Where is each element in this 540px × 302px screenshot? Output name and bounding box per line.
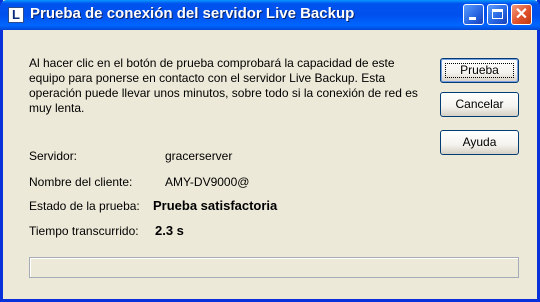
elapsed-time-label: Tiempo transcurrido:: [29, 224, 139, 238]
cancel-button[interactable]: Cancelar: [440, 92, 519, 117]
test-status-value: Prueba satisfactoria: [153, 198, 278, 213]
title-bar[interactable]: L Prueba de conexión del servidor Live B…: [0, 0, 540, 30]
server-label: Servidor:: [29, 149, 78, 163]
window-title: Prueba de conexión del servidor Live Bac…: [30, 5, 355, 22]
test-button[interactable]: Prueba: [440, 58, 519, 83]
dialog-window: L Prueba de conexión del servidor Live B…: [0, 0, 540, 302]
maximize-icon: [492, 9, 503, 19]
elapsed-time-value: 2.3 s: [155, 223, 184, 238]
description-text: Al hacer clic en el botón de prueba comp…: [29, 56, 418, 115]
maximize-button[interactable]: [487, 4, 508, 25]
server-value: gracerserver: [165, 149, 233, 163]
close-icon: ✕: [514, 6, 529, 23]
test-status-label: Estado de la prueba:: [29, 199, 140, 213]
minimize-icon: [469, 17, 476, 20]
client-name-label: Nombre del cliente:: [29, 175, 133, 189]
minimize-button[interactable]: [463, 4, 484, 25]
app-icon: L: [8, 7, 24, 23]
client-name-value: AMY-DV9000@: [165, 175, 250, 189]
progress-bar: [29, 257, 519, 278]
test-button-label: Prueba: [445, 63, 514, 78]
close-button[interactable]: ✕: [511, 4, 532, 25]
help-button[interactable]: Ayuda: [440, 130, 519, 155]
